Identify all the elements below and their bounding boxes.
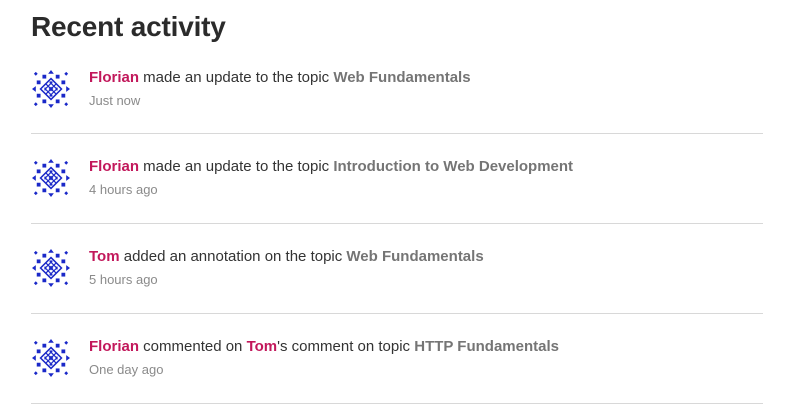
activity-content: Florian made an update to the topic Intr…	[89, 156, 763, 198]
topic-link[interactable]: HTTP Fundamentals	[414, 338, 559, 355]
activity-content: Florian made an update to the topic Web …	[89, 67, 763, 109]
activity-content: Florian commented on Tom's comment on to…	[89, 336, 763, 378]
activity-text: Tom added an annotation on the topic Web…	[89, 246, 763, 268]
topic-link[interactable]: Web Fundamentals	[333, 69, 470, 86]
topic-link[interactable]: Web Fundamentals	[346, 248, 483, 265]
activity-item: Florian commented on Tom's comment on to…	[31, 314, 763, 404]
user-link[interactable]: Florian	[89, 158, 139, 175]
user-link[interactable]: Tom	[89, 248, 120, 265]
activity-content: Tom added an annotation on the topic Web…	[89, 246, 763, 288]
user-link[interactable]: Florian	[89, 338, 139, 355]
activity-item: Florian made an update to the topic Intr…	[31, 134, 763, 224]
activity-item: Florian made an update to the topic Web …	[31, 45, 763, 134]
activity-timestamp: 4 hours ago	[89, 182, 158, 197]
activity-timestamp: One day ago	[89, 362, 164, 377]
identicon-avatar[interactable]	[32, 159, 70, 197]
activity-timestamp: 5 hours ago	[89, 272, 158, 287]
activity-text: Florian made an update to the topic Intr…	[89, 156, 763, 178]
user-link[interactable]: Florian	[89, 69, 139, 86]
identicon-avatar[interactable]	[32, 249, 70, 287]
activity-action: commented on	[139, 338, 247, 355]
activity-action: made an update to the topic	[139, 69, 334, 86]
identicon-avatar[interactable]	[32, 70, 70, 108]
activity-text: Florian commented on Tom's comment on to…	[89, 336, 763, 358]
activity-item: Tom added an annotation on the topic Web…	[31, 224, 763, 314]
activity-list: Florian made an update to the topic Web …	[31, 45, 763, 404]
activity-timestamp: Just now	[89, 93, 141, 108]
identicon-avatar[interactable]	[32, 339, 70, 377]
target-user-link[interactable]: Tom	[247, 338, 278, 355]
activity-text: Florian made an update to the topic Web …	[89, 67, 763, 89]
section-title: Recent activity	[31, 11, 226, 42]
activity-action-suffix: 's comment on topic	[277, 338, 415, 355]
activity-action: added an annotation on the topic	[119, 248, 347, 265]
activity-action: made an update to the topic	[139, 158, 334, 175]
topic-link[interactable]: Introduction to Web Development	[333, 158, 573, 175]
